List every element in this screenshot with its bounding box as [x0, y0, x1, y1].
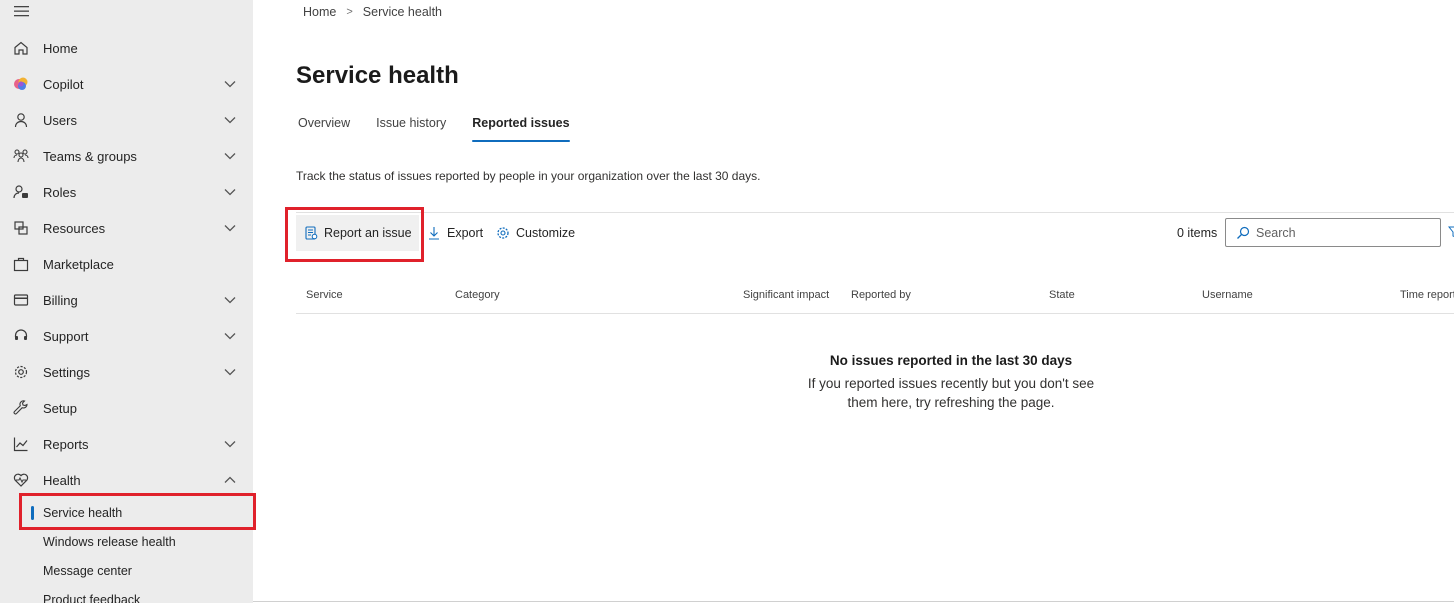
teams-groups-icon: [13, 149, 29, 163]
sidebar-item-resources[interactable]: Resources: [0, 210, 253, 246]
sidebar-subitem-label: Message center: [43, 563, 132, 578]
chevron-down-icon[interactable]: [223, 187, 237, 197]
sidebar-item-support[interactable]: Support: [0, 318, 253, 354]
toolbar-divider: [296, 212, 1454, 213]
chevron-down-icon[interactable]: [223, 439, 237, 449]
sidebar-item-users[interactable]: Users: [0, 102, 253, 138]
filter-icon[interactable]: [1448, 226, 1454, 238]
table-header: Service Category Significant impact Repo…: [296, 282, 1454, 314]
sidebar-item-label: Marketplace: [43, 256, 114, 272]
chevron-down-icon[interactable]: [223, 295, 237, 305]
wrench-icon: [13, 400, 28, 415]
gear-icon: [14, 365, 28, 379]
sidebar-item-reports[interactable]: Reports: [0, 426, 253, 462]
customize-label: Customize: [516, 226, 576, 240]
tab-overview[interactable]: Overview: [298, 116, 350, 142]
breadcrumb-current: Service health: [362, 5, 442, 19]
sidebar-subitem-message-center[interactable]: Message center: [0, 556, 253, 585]
chevron-down-icon[interactable]: [223, 367, 237, 377]
items-count: 0 items: [1177, 226, 1218, 240]
bottom-divider: [253, 601, 1454, 602]
sidebar-item-label: Users: [43, 112, 77, 128]
export-button[interactable]: Export: [427, 215, 483, 251]
highlight-box-service-health: [19, 493, 256, 530]
sidebar-subitem-label: Product feedback: [43, 592, 141, 603]
chevron-down-icon[interactable]: [223, 115, 237, 125]
highlight-box-report-issue: [285, 207, 424, 262]
column-header-reported-by[interactable]: Reported by: [851, 289, 911, 301]
tab-issue-history[interactable]: Issue history: [376, 116, 446, 142]
column-header-time-reported[interactable]: Time reported: [1400, 289, 1454, 301]
customize-button[interactable]: Customize: [496, 215, 575, 251]
search-icon: [1237, 226, 1250, 239]
breadcrumb: Home > Service health: [303, 5, 442, 19]
sidebar-item-label: Support: [43, 328, 89, 344]
sidebar-subitem-windows-release-health[interactable]: Windows release health: [0, 527, 253, 556]
billing-icon: [13, 294, 29, 306]
sidebar-subitem-label: Windows release health: [43, 534, 176, 549]
empty-state: No issues reported in the last 30 days I…: [806, 353, 1096, 412]
sidebar-item-label: Teams & groups: [43, 148, 137, 164]
sidebar-item-label: Settings: [43, 364, 90, 380]
sidebar-item-billing[interactable]: Billing: [0, 282, 253, 318]
column-header-state[interactable]: State: [1049, 289, 1075, 301]
command-bar: Report an issue Export Customize 0 items: [296, 215, 1454, 251]
sidebar-item-teams-groups[interactable]: Teams & groups: [0, 138, 253, 174]
gear-icon: [497, 227, 509, 239]
chevron-down-icon[interactable]: [223, 331, 237, 341]
sidebar-item-label: Copilot: [43, 76, 84, 92]
sidebar-subitem-product-feedback[interactable]: Product feedback: [0, 585, 253, 603]
sidebar-item-label: Setup: [43, 400, 77, 416]
search-box[interactable]: [1225, 218, 1441, 247]
chart-icon: [13, 437, 28, 452]
marketplace-icon: [13, 257, 29, 272]
sidebar-item-copilot[interactable]: Copilot: [0, 66, 253, 102]
sidebar-item-roles[interactable]: Roles: [0, 174, 253, 210]
sidebar-item-label: Billing: [43, 292, 78, 308]
sidebar-item-label: Home: [43, 40, 78, 56]
heart-icon: [13, 473, 29, 487]
home-icon: [14, 41, 28, 55]
chevron-down-icon[interactable]: [223, 223, 237, 233]
column-header-username[interactable]: Username: [1202, 289, 1253, 301]
sidebar-item-setup[interactable]: Setup: [0, 390, 253, 426]
resources-icon: [14, 221, 28, 235]
empty-state-title: No issues reported in the last 30 days: [829, 353, 1073, 368]
chevron-down-icon[interactable]: [223, 151, 237, 161]
support-icon: [14, 329, 28, 340]
breadcrumb-home[interactable]: Home: [303, 5, 336, 19]
export-label: Export: [447, 226, 484, 240]
chevron-up-icon[interactable]: [223, 475, 237, 485]
sidebar-item-label: Roles: [43, 184, 77, 200]
breadcrumb-separator: >: [346, 6, 353, 18]
main-content: Home > Service health Service health Ove…: [253, 0, 1454, 603]
sidebar-item-home[interactable]: Home: [0, 30, 253, 66]
tab-reported-issues[interactable]: Reported issues: [472, 116, 570, 142]
sidebar-item-settings[interactable]: Settings: [0, 354, 253, 390]
sidebar-item-label: Resources: [43, 220, 106, 236]
sidebar-item-label: Health: [43, 472, 81, 488]
roles-icon: [13, 185, 28, 199]
page-description: Track the status of issues reported by p…: [296, 169, 761, 183]
search-input[interactable]: [1256, 225, 1436, 240]
hamburger-menu-icon[interactable]: [13, 4, 31, 18]
sidebar-item-marketplace[interactable]: Marketplace: [0, 246, 253, 282]
tab-list: Overview Issue history Reported issues: [298, 116, 570, 142]
chevron-down-icon[interactable]: [223, 79, 237, 89]
user-icon: [14, 113, 28, 128]
copilot-icon: [14, 77, 28, 90]
sidebar-item-label: Reports: [43, 436, 89, 452]
empty-state-text: If you reported issues recently but you …: [807, 376, 1095, 410]
column-header-significant-impact[interactable]: Significant impact: [743, 289, 829, 301]
download-arrow-icon: [429, 227, 439, 240]
page-title: Service health: [296, 62, 459, 89]
column-header-category[interactable]: Category: [455, 289, 500, 301]
column-header-service[interactable]: Service: [306, 289, 343, 301]
